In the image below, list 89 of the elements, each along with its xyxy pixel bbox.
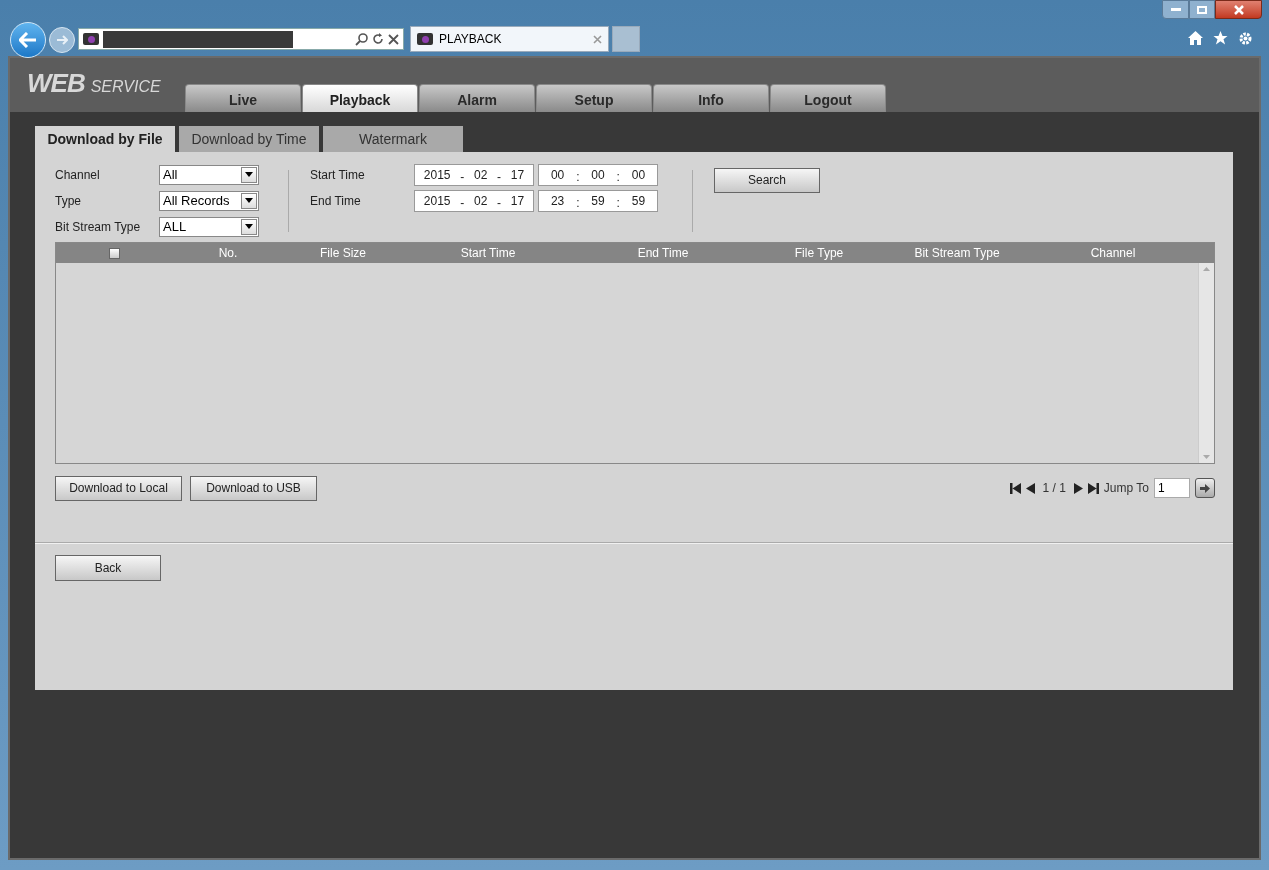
filter-label: Bit Stream Type [55,218,142,236]
dropdown-caret-icon [241,166,257,183]
dropdown[interactable]: ALL [159,216,259,237]
time-label: End Time [310,193,362,210]
dropdown[interactable]: All Records [159,190,259,211]
back-button[interactable]: Back [55,555,161,581]
address-bar[interactable] [78,28,404,50]
last-page-icon[interactable] [1087,482,1099,494]
date-part: 17 [510,193,525,210]
nav-tab[interactable]: Playback [302,84,418,112]
separator-text: - [497,169,501,186]
dropdown[interactable]: All [159,164,259,185]
tab-title: PLAYBACK [439,31,503,48]
time-field[interactable]: 23 : 59 : 59 [538,190,658,212]
dropdown-caret-icon [241,218,257,235]
maximize-button[interactable] [1189,0,1215,19]
nav-tab[interactable]: Info [653,84,769,112]
close-icon [1232,4,1245,15]
settings-icon[interactable] [1238,31,1253,46]
logo-subtext: SERVICE [90,77,161,97]
go-button[interactable] [1195,478,1215,498]
date-part: 17 [510,167,525,184]
next-page-icon[interactable] [1073,482,1083,494]
refresh-icon[interactable] [372,33,384,45]
close-icon[interactable] [388,33,399,45]
date-field[interactable]: 2015 - 02 - 17 [414,164,534,186]
column-header: Channel [1089,245,1137,262]
column-header: No. [217,245,239,262]
dropdown-value: All [163,165,179,184]
logo-text: WEB [27,67,85,100]
separator-text: - [460,195,465,212]
dropdown-value: All Records [163,191,231,210]
column-header: End Time [636,245,690,262]
nav-tab[interactable]: Logout [770,84,886,112]
date-field[interactable]: 2015 - 02 - 17 [414,190,534,212]
nav-tab[interactable]: Setup [536,84,652,112]
sub-tab[interactable]: Watermark [323,126,463,152]
right-arrow-icon [1200,483,1210,493]
first-page-icon[interactable] [1009,482,1021,494]
select-all-checkbox[interactable] [108,247,120,259]
browser-tab[interactable]: PLAYBACK [410,26,609,52]
column-header: Bit Stream Type [913,245,1001,262]
dropdown-caret-icon [241,192,257,209]
time-part: 00 [550,167,565,184]
jump-label: Jump To [1103,480,1149,497]
date-part: 02 [473,193,488,210]
date-part: 02 [473,167,488,184]
forward-button[interactable] [49,27,75,53]
date-part: 2015 [423,167,451,184]
minimize-button[interactable] [1162,0,1189,19]
column-header: File Type [793,245,845,262]
close-window-button[interactable] [1215,0,1262,19]
sub-tab[interactable]: Download by File [35,126,175,152]
home-icon[interactable] [1188,31,1203,45]
camera-icon [83,33,99,45]
time-part: 23 [550,193,565,210]
nav-tab[interactable]: Live [185,84,301,112]
search-button[interactable]: Search [714,167,820,193]
download-button[interactable]: Download to Local [55,475,182,501]
camera-icon [417,33,433,45]
filter-label: Channel [55,166,101,184]
dropdown-value: ALL [163,217,188,236]
date-part: 2015 [423,193,451,210]
back-button[interactable] [10,22,46,58]
column-header: Start Time [459,245,517,262]
nav-tab[interactable]: Alarm [419,84,535,112]
time-part: 59 [631,193,646,210]
separator-text: : [576,195,580,212]
search-icon[interactable] [355,32,368,46]
sub-tab[interactable]: Download by Time [179,126,319,152]
separator-text: : [616,169,620,186]
separator-text: - [460,169,465,186]
previous-page-icon[interactable] [1025,482,1035,494]
star-icon[interactable] [1213,31,1228,45]
page-indicator: 1 / 1 [1042,480,1066,497]
jump-field[interactable]: 1 [1154,478,1190,498]
right-arrow-icon [56,35,68,45]
time-field[interactable]: 00 : 00 : 00 [538,164,658,186]
time-part: 00 [631,167,646,184]
column-header: File Size [319,245,367,262]
filter-label: Type [55,192,82,210]
separator-text: - [497,195,501,212]
separator-text: : [576,169,580,186]
time-label: Start Time [310,167,366,184]
separator-text: : [616,195,620,212]
download-button[interactable]: Download to USB [190,475,317,501]
time-part: 59 [591,193,605,210]
time-part: 00 [591,167,605,184]
left-arrow-icon [19,32,37,48]
